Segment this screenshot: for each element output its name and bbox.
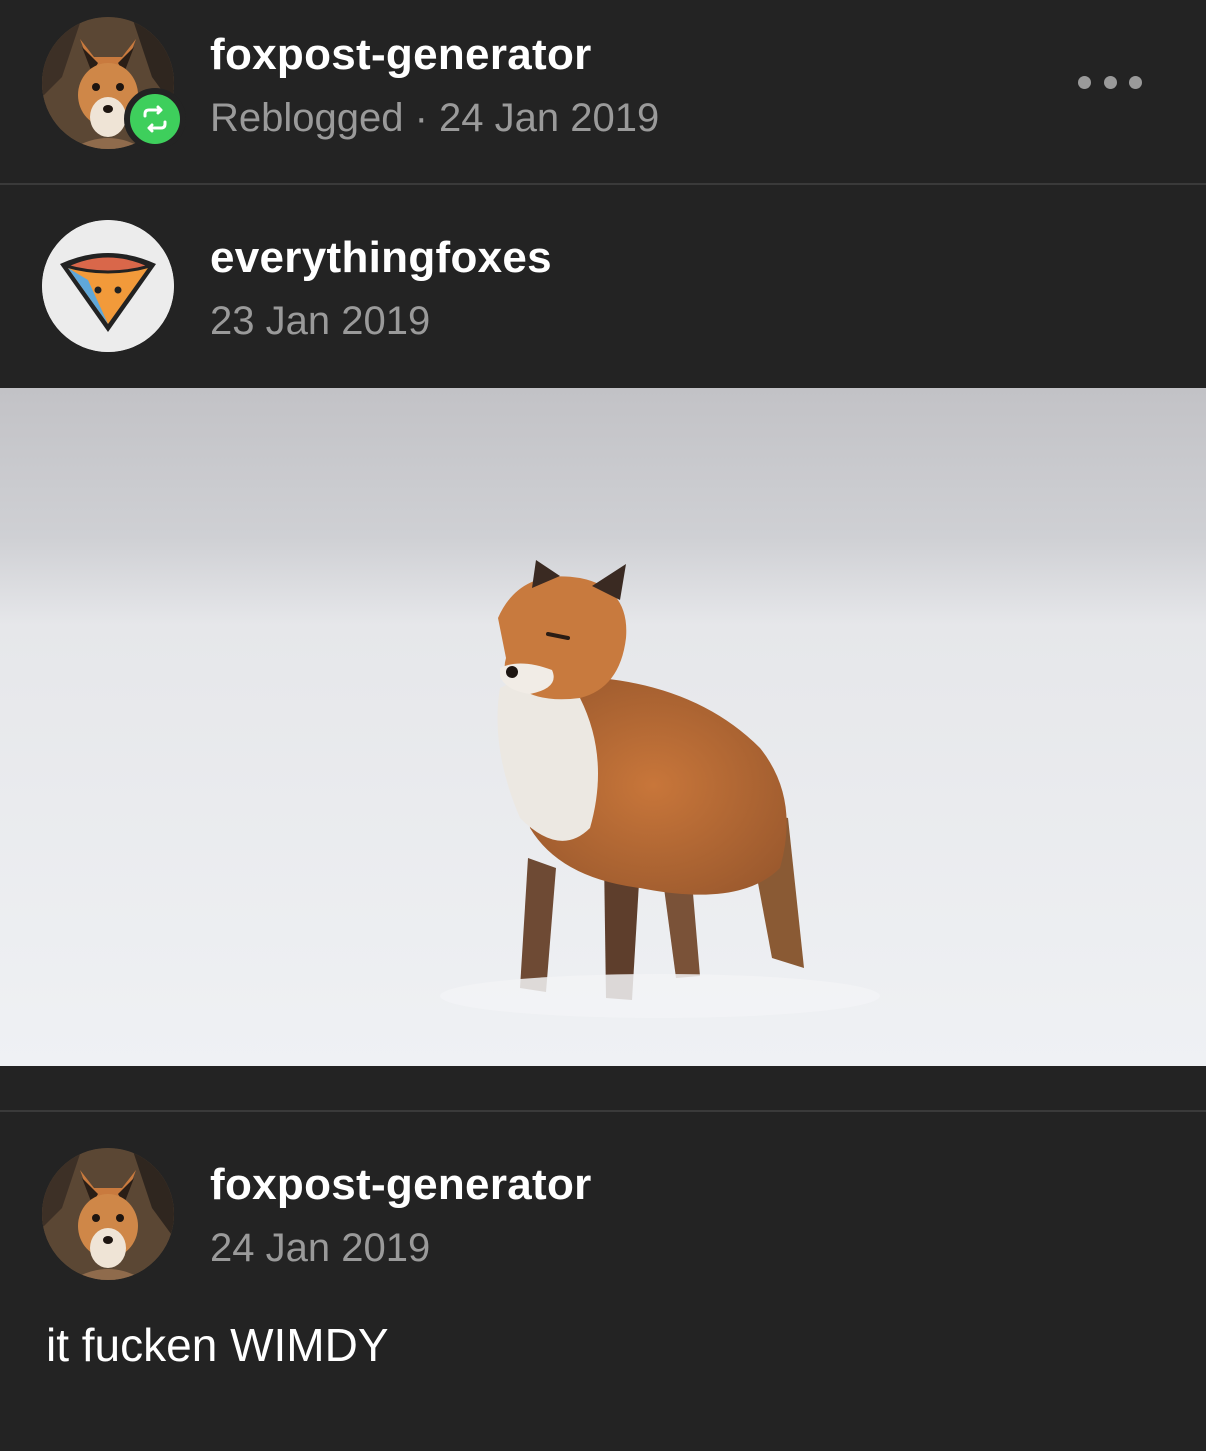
more-dot [1103, 75, 1117, 89]
reblogger-username[interactable]: foxpost-generator [210, 30, 592, 80]
source-username[interactable]: everythingfoxes [210, 233, 552, 283]
reply-date: 24 Jan 2019 [210, 1226, 431, 1270]
fox-logo-icon[interactable] [42, 220, 174, 352]
more-dot [1129, 75, 1142, 89]
source-date: 23 Jan 2019 [210, 299, 431, 343]
source-post-header: everythingfoxes 23 Jan 2019 [0, 185, 1206, 388]
reply-username[interactable]: foxpost-generator [210, 1160, 592, 1210]
post-container: foxpost-generator Reblogged · 24 Jan 201… [0, 0, 1206, 1451]
reblog-icon [124, 88, 186, 150]
more-icon[interactable] [1078, 66, 1142, 98]
reblog-meta: Reblogged · 24 Jan 2019 [210, 96, 660, 140]
fox-avatar-icon[interactable] [42, 1148, 174, 1280]
reply-text: it fucken WIMDY [46, 1319, 389, 1371]
reblog-header: foxpost-generator Reblogged · 24 Jan 201… [0, 0, 1206, 183]
reply-header: foxpost-generator 24 Jan 2019 [0, 1112, 1206, 1451]
more-dot [1078, 75, 1091, 89]
post-photo[interactable] [0, 388, 1206, 1066]
